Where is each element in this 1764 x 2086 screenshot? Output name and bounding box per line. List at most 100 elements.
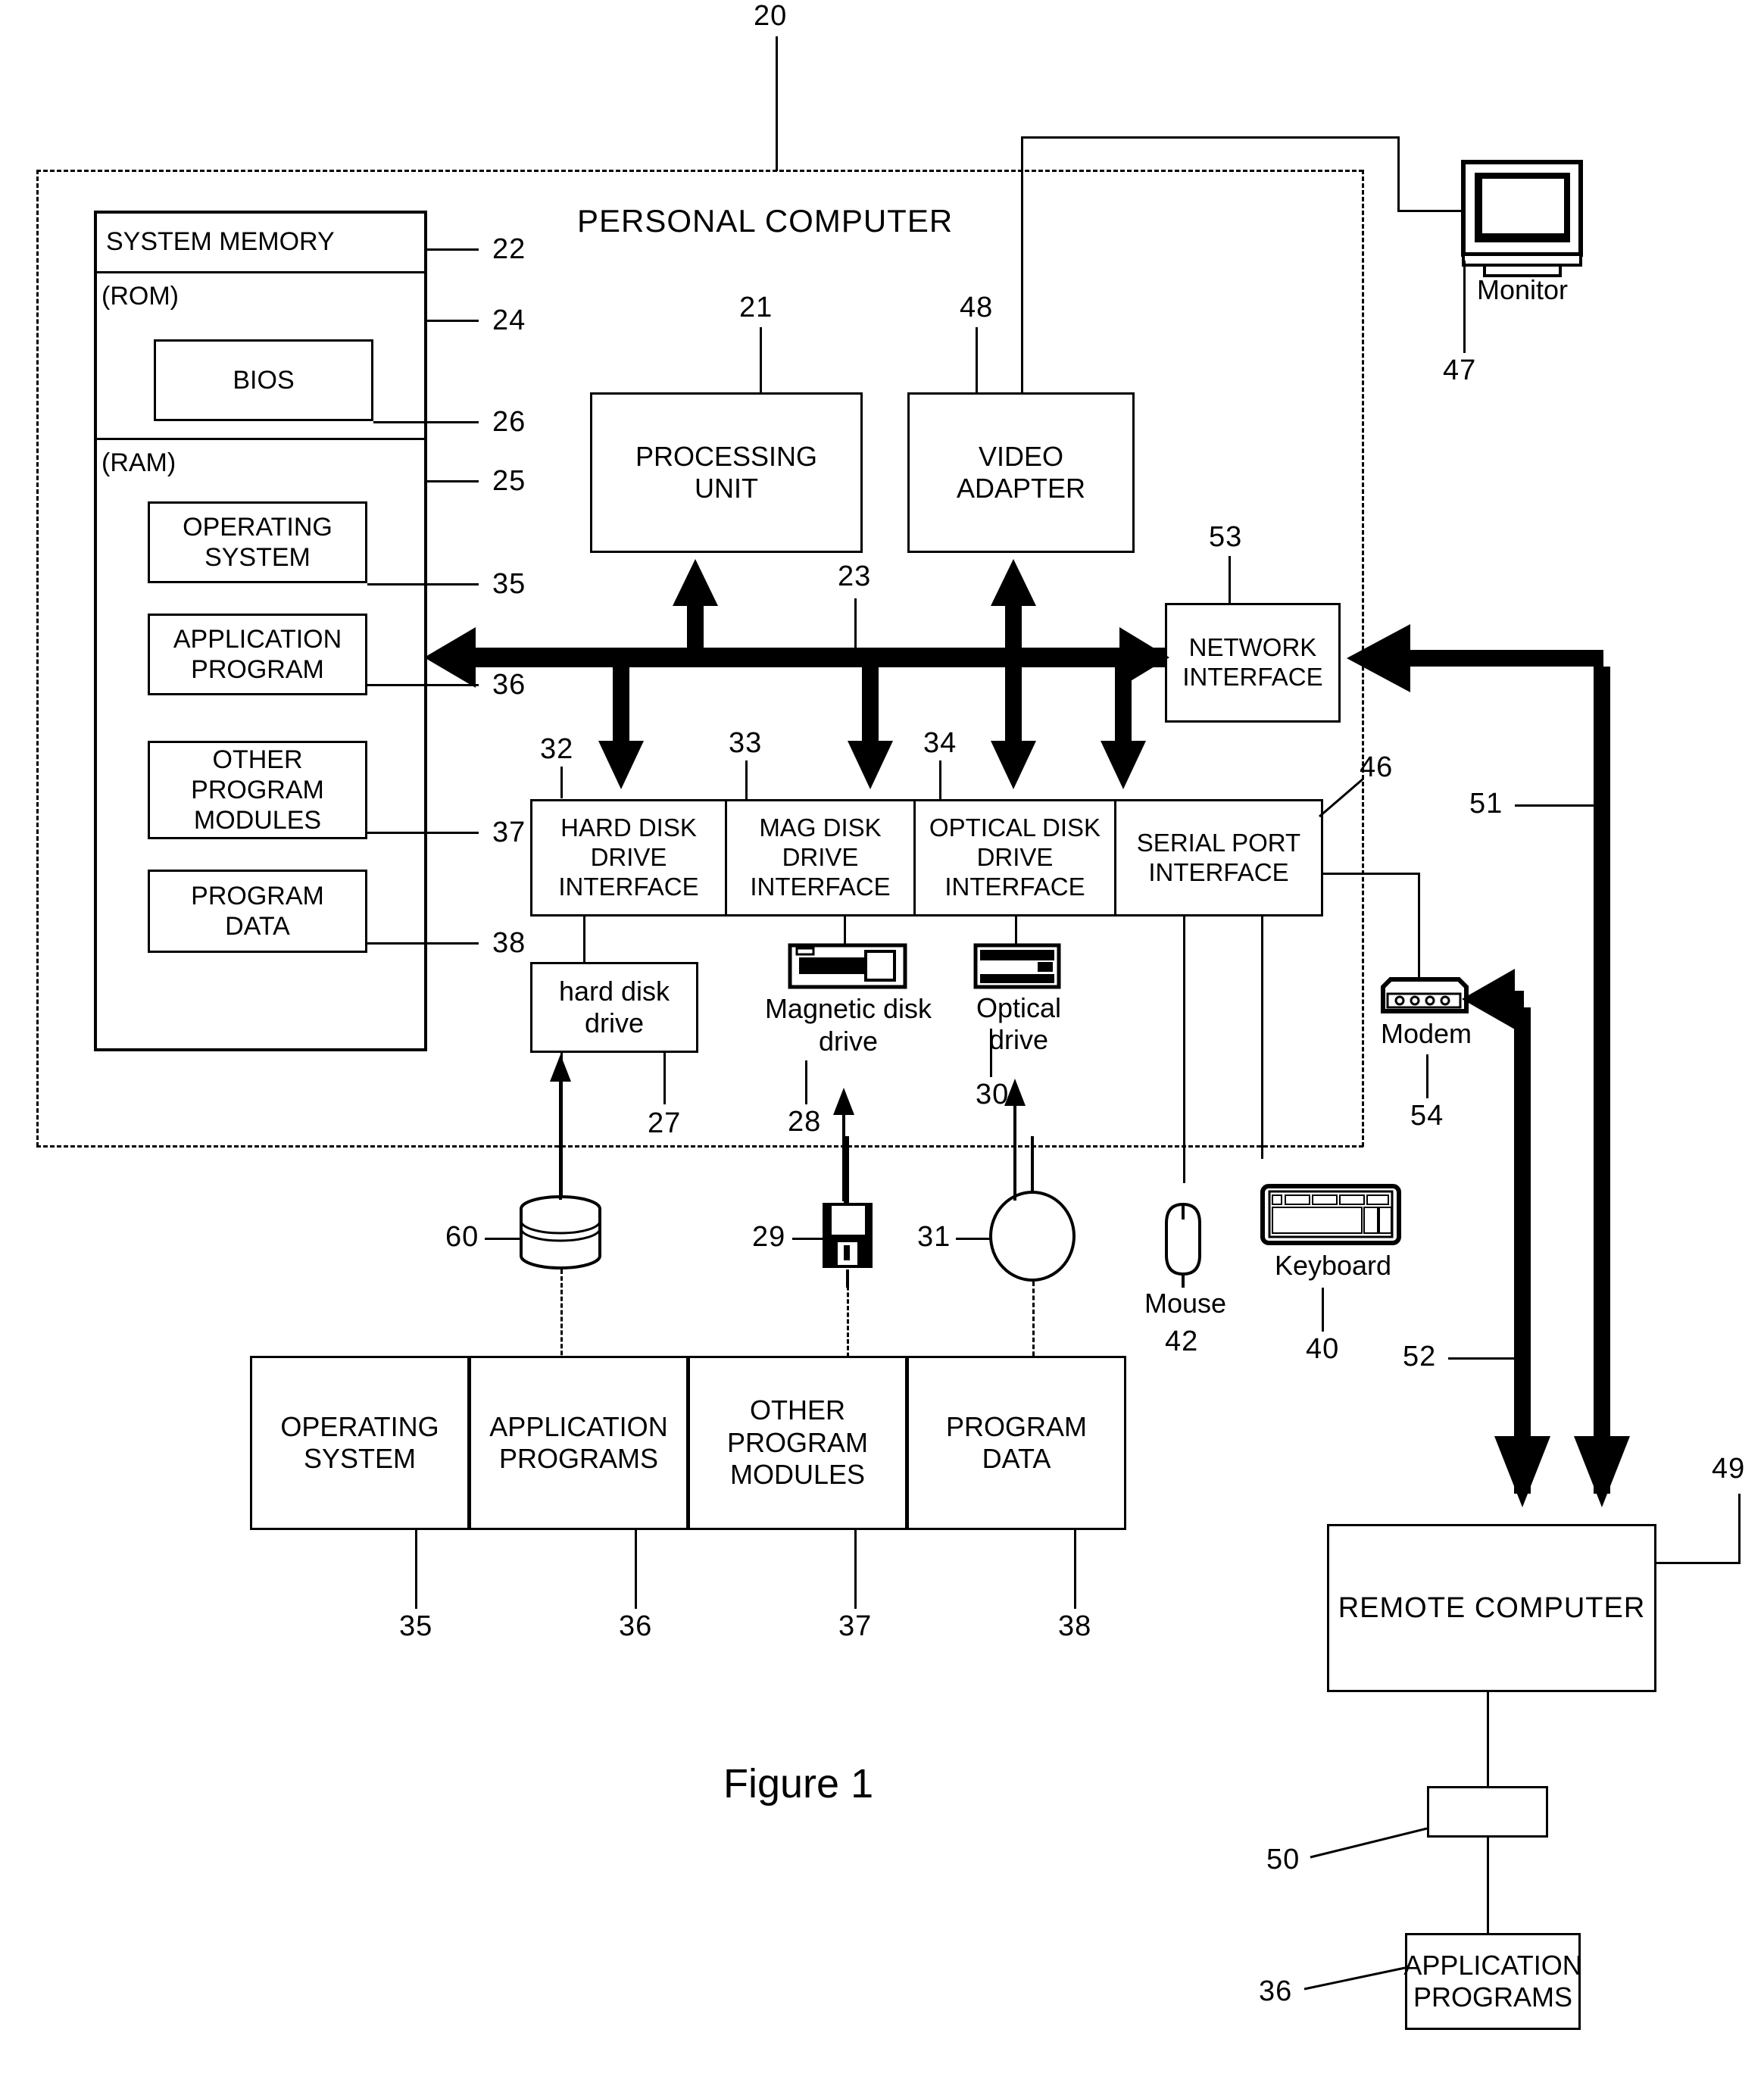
- leader-30: [990, 1029, 992, 1077]
- ref-36-memory: 36: [492, 669, 526, 701]
- ref-21: 21: [739, 292, 773, 323]
- ref-22: 22: [492, 233, 526, 265]
- leader-23: [854, 598, 857, 653]
- ref-25: 25: [492, 465, 526, 497]
- remote-apps-cable: [1487, 1838, 1489, 1933]
- serial-port-interface-box: SERIAL PORT INTERFACE: [1114, 799, 1323, 917]
- ref-35-memory: 35: [492, 568, 526, 600]
- leader-27: [663, 1053, 666, 1104]
- leader-25: [427, 480, 479, 482]
- leader-48: [976, 327, 978, 392]
- ref-26: 26: [492, 406, 526, 438]
- ref-36-remote: 36: [1259, 1975, 1293, 2007]
- ref-37-memory: 37: [492, 817, 526, 848]
- ref-46: 46: [1360, 751, 1394, 783]
- mag-disk-drive-interface-box: MAG DISK DRIVE INTERFACE: [725, 799, 916, 917]
- mag-interface-to-drive: [844, 917, 846, 947]
- leader-29: [792, 1238, 824, 1240]
- ref-47: 47: [1443, 354, 1477, 386]
- mouse-label: Mouse: [1144, 1288, 1227, 1319]
- hdd-media-cable: [560, 1053, 563, 1201]
- ref-36-storage: 36: [619, 1610, 653, 1642]
- leader-51: [1515, 804, 1597, 807]
- hard-disk-drive-interface-box: HARD DISK DRIVE INTERFACE: [530, 799, 727, 917]
- monitor-cable-horizontal: [1021, 136, 1400, 139]
- storage-box-application-programs: APPLICATION PROGRAMS: [469, 1356, 688, 1530]
- ref-49: 49: [1712, 1453, 1746, 1485]
- ref-20: 20: [754, 0, 788, 32]
- leader-37b: [854, 1530, 857, 1609]
- remote-application-programs-box: APPLICATION PROGRAMS: [1403, 1933, 1582, 2030]
- rom-label: (ROM): [101, 282, 179, 311]
- pc-boundary-right: [1362, 170, 1364, 1147]
- rom-ram-divider: [94, 438, 427, 440]
- leader-20: [776, 36, 778, 171]
- leader-34: [939, 760, 941, 800]
- optical-drive-label: Optical drive: [976, 992, 1062, 1055]
- leader-36b: [635, 1530, 637, 1609]
- monitor-cable-drop: [1397, 136, 1400, 212]
- leader-28: [805, 1060, 807, 1104]
- ref-28: 28: [788, 1106, 822, 1138]
- ref-35-storage: 35: [399, 1610, 433, 1642]
- leader-49-v: [1738, 1494, 1741, 1563]
- remote-memory-box: [1427, 1786, 1548, 1838]
- figure-caption: Figure 1: [723, 1761, 874, 1807]
- leader-21: [760, 327, 762, 392]
- ref-40: 40: [1306, 1333, 1340, 1365]
- monitor-cable-into-monitor: [1397, 210, 1464, 212]
- personal-computer-title: PERSONAL COMPUTER: [577, 203, 954, 239]
- floppy-cable: [844, 1136, 846, 1204]
- ref-50: 50: [1266, 1844, 1300, 1875]
- pc-boundary-left: [36, 170, 39, 1147]
- optical-disk-drive-interface-box: OPTICAL DISK DRIVE INTERFACE: [913, 799, 1116, 917]
- system-memory-title: SYSTEM MEMORY: [106, 227, 335, 256]
- ref-53: 53: [1209, 521, 1243, 553]
- keyboard-cable: [1261, 917, 1263, 1159]
- hdd-interface-to-drive: [583, 917, 585, 962]
- leader-53: [1229, 556, 1231, 603]
- leader-37a: [367, 832, 479, 834]
- patent-figure-1: 20 PERSONAL COMPUTER SYSTEM MEMORY 22 (R…: [0, 0, 1764, 2086]
- leader-38b: [1074, 1530, 1076, 1609]
- memory-title-divider: [94, 271, 427, 273]
- ref-27: 27: [648, 1107, 682, 1139]
- video-adapter-box: VIDEO ADAPTER: [907, 392, 1135, 553]
- leader-52: [1448, 1357, 1518, 1360]
- hard-disk-drive-box: hard disk drive: [530, 962, 698, 1053]
- keyboard-label: Keyboard: [1274, 1250, 1392, 1281]
- ram-label: (RAM): [101, 448, 176, 477]
- leader-32: [560, 767, 563, 798]
- ref-48: 48: [960, 292, 994, 323]
- pc-boundary-bottom: [36, 1145, 1363, 1148]
- ref-54: 54: [1410, 1100, 1444, 1132]
- remote-computer-box: REMOTE COMPUTER: [1327, 1524, 1656, 1692]
- leader-24: [427, 320, 479, 322]
- ref-34: 34: [923, 727, 957, 759]
- leader-60: [485, 1238, 521, 1240]
- ram-item-operating-system: OPERATING SYSTEM: [148, 501, 367, 583]
- storage-box-operating-system: OPERATING SYSTEM: [250, 1356, 470, 1530]
- monitor-cable-vertical: [1021, 136, 1023, 394]
- network-interface-box: NETWORK INTERFACE: [1165, 603, 1341, 723]
- leader-40: [1322, 1288, 1324, 1332]
- leader-35a: [367, 583, 479, 586]
- leader-49-h: [1656, 1562, 1741, 1564]
- ram-item-program-data: PROGRAM DATA: [148, 870, 367, 953]
- serial-to-modem-v: [1418, 873, 1420, 988]
- magnetic-disk-drive-label-text: Magnetic disk drive: [764, 993, 932, 1057]
- pc-boundary-top: [36, 170, 1363, 172]
- ref-32: 32: [540, 733, 574, 765]
- storage-box-program-data: PROGRAM DATA: [907, 1356, 1126, 1530]
- ref-37-storage: 37: [838, 1610, 873, 1642]
- mouse-cable: [1183, 917, 1185, 1183]
- bios-box: BIOS: [154, 339, 373, 421]
- ref-51: 51: [1469, 788, 1503, 820]
- leader-31: [956, 1238, 991, 1240]
- modem-label: Modem: [1380, 1018, 1472, 1049]
- serial-to-modem-h: [1323, 873, 1420, 875]
- leader-33: [745, 760, 748, 800]
- leader-54: [1426, 1054, 1428, 1098]
- ref-30: 30: [976, 1079, 1010, 1110]
- ref-42: 42: [1165, 1326, 1199, 1357]
